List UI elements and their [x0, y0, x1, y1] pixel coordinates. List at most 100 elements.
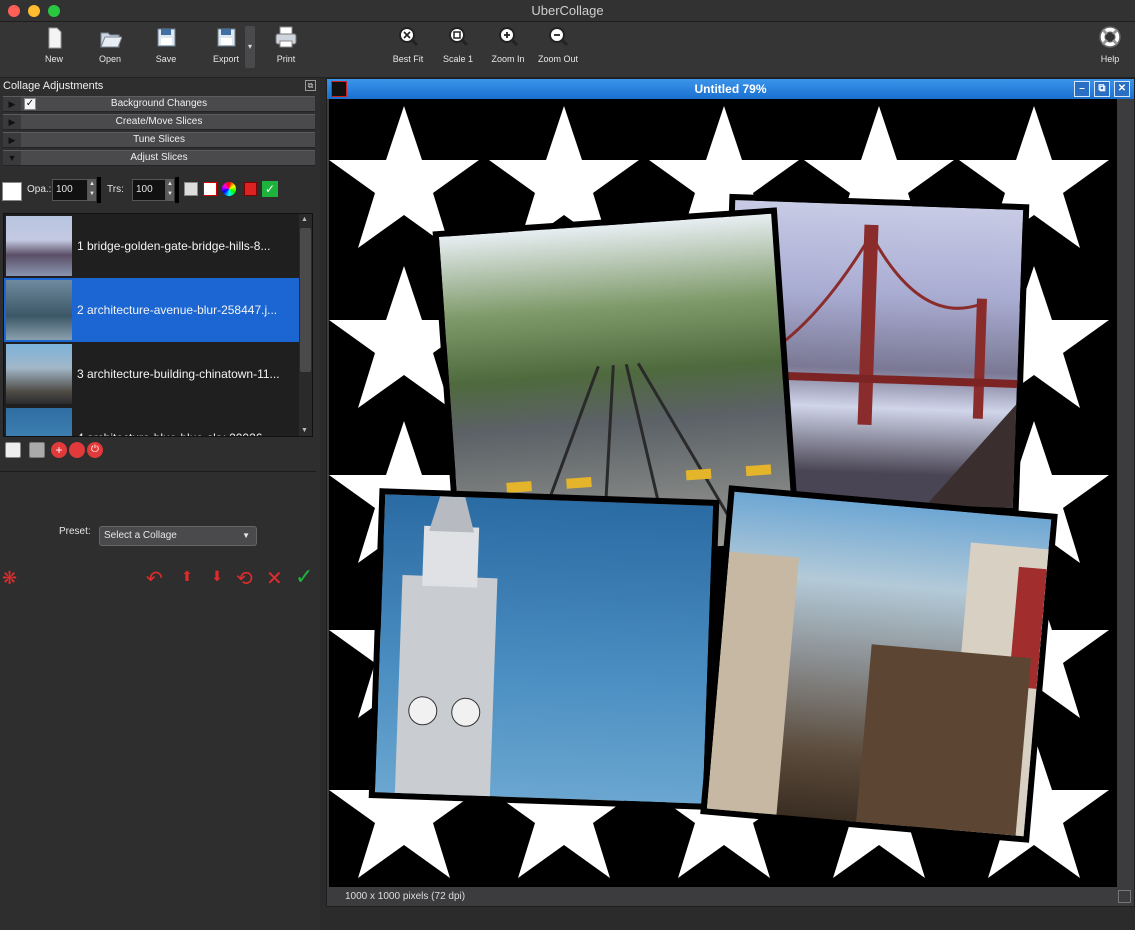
edit-slice-icon[interactable]	[69, 442, 85, 458]
save-label: Save	[155, 54, 177, 64]
window-titlebar: UberCollage	[0, 0, 1135, 22]
slice-thumbnail	[6, 216, 72, 276]
preset-select-value: Select a Collage	[104, 530, 177, 541]
opacity-label: Opa.:	[27, 184, 52, 195]
chinatown-illustration	[705, 542, 1058, 843]
collapsed-arrow-icon: ▶	[3, 133, 21, 147]
document-titlebar: Untitled 79% – ⧉ ✕	[327, 79, 1134, 99]
save-disk-icon	[157, 28, 176, 47]
color-wheel-icon[interactable]	[222, 182, 236, 196]
export-disk-icon	[217, 28, 236, 47]
collage-adjustments-panel: Collage Adjustments ⧉ ▶ ✓ Background Cha…	[0, 78, 320, 930]
printer-icon	[275, 26, 297, 48]
slice-thumbnail	[6, 280, 72, 340]
section-background-changes[interactable]: ▶ ✓ Background Changes	[3, 96, 315, 112]
opacity-stepper[interactable]: ▲ ▼	[88, 179, 96, 201]
divider	[97, 177, 101, 203]
slice-thumbnail	[6, 408, 72, 436]
transparency-stepper[interactable]: ▲ ▼	[166, 179, 174, 201]
list-item[interactable]: 1 bridge-golden-gate-bridge-hills-8...	[4, 214, 300, 278]
print-label: Print	[276, 54, 296, 64]
section-label: Adjust Slices	[130, 152, 188, 163]
image-fill-icon[interactable]	[244, 182, 257, 196]
background-enabled-checkbox[interactable]: ✓	[24, 98, 36, 110]
slice-clock-tower[interactable]	[368, 488, 720, 810]
flower-icon[interactable]: ❋	[2, 568, 17, 589]
divider	[175, 177, 179, 203]
collapsed-arrow-icon: ▶	[3, 97, 21, 111]
help-label: Help	[1100, 54, 1120, 64]
minimize-icon[interactable]: –	[1074, 81, 1090, 97]
list-scrollbar[interactable]: ▲ ▼	[299, 214, 312, 436]
resize-grip-icon[interactable]	[1118, 890, 1131, 903]
transparency-input[interactable]: 100	[132, 179, 166, 201]
open-label: Open	[98, 54, 122, 64]
app-title: UberCollage	[531, 3, 604, 18]
open-folder-icon	[100, 32, 122, 48]
export-label: Export	[212, 54, 239, 64]
scroll-up-arrow[interactable]: ▲	[301, 216, 308, 223]
panel-detach-icon[interactable]: ⧉	[305, 80, 316, 91]
upload-icon[interactable]: ⬆	[176, 568, 198, 588]
new-document-icon	[48, 27, 62, 49]
add-slice-icon[interactable]: +	[51, 442, 67, 458]
section-label: Tune Slices	[133, 134, 185, 145]
slice-chinatown[interactable]	[700, 485, 1058, 843]
app-logo-icon	[331, 81, 347, 97]
open-button[interactable]: Open	[80, 24, 140, 64]
slice-thumbnail	[6, 344, 72, 404]
slice-label: 2 architecture-avenue-blur-258447.j...	[77, 303, 278, 317]
image-size-status: 1000 x 1000 pixels (72 dpi)	[345, 891, 466, 902]
color-swatch[interactable]	[2, 182, 22, 201]
tower-illustration	[394, 496, 498, 809]
slice-shadow-icon[interactable]	[29, 442, 45, 458]
list-item-selected[interactable]: 2 architecture-avenue-blur-258447.j...	[4, 278, 300, 342]
save-button[interactable]: Save	[136, 24, 196, 64]
help-button[interactable]: Help	[1080, 24, 1135, 64]
new-button[interactable]: New	[24, 24, 84, 64]
preset-label: Preset:	[59, 526, 91, 537]
reset-icon[interactable]: ⟲	[236, 566, 253, 591]
cancel-icon[interactable]: ✕	[266, 566, 283, 591]
scrollbar-thumb[interactable]	[300, 228, 311, 372]
new-label: New	[44, 54, 63, 64]
document-title: Untitled 79%	[694, 82, 767, 96]
minimize-window-button[interactable]	[28, 5, 40, 17]
restore-icon[interactable]: ⧉	[1094, 81, 1110, 97]
slice-list: 1 bridge-golden-gate-bridge-hills-8... 2…	[3, 213, 313, 437]
scroll-down-arrow[interactable]: ▼	[301, 427, 308, 434]
best-fit-label: Best Fit	[392, 54, 424, 64]
remove-slice-icon[interactable]: ⏻	[87, 442, 103, 458]
list-item[interactable]: 3 architecture-building-chinatown-11...	[4, 342, 300, 406]
confirm-icon[interactable]: ✓	[295, 564, 313, 590]
list-item[interactable]: 4 architecture-blue-blue-sky-20026...	[4, 406, 300, 436]
status-bar: 1000 x 1000 pixels (72 dpi)	[327, 887, 1134, 906]
zoom-in-icon	[499, 27, 519, 47]
section-adjust-slices[interactable]: ▼ Adjust Slices	[3, 150, 315, 166]
close-window-button[interactable]	[8, 5, 20, 17]
download-icon[interactable]: ⬇	[206, 568, 228, 588]
close-icon[interactable]: ✕	[1114, 81, 1130, 97]
no-fill-icon[interactable]	[203, 182, 217, 196]
section-tune-slices[interactable]: ▶ Tune Slices	[3, 132, 315, 148]
zoom-window-button[interactable]	[48, 5, 60, 17]
opacity-input[interactable]: 100	[52, 179, 88, 201]
apply-check-icon[interactable]: ✓	[262, 181, 278, 197]
zoom-out-button[interactable]: Zoom Out	[528, 24, 588, 64]
slice-view-icon[interactable]	[5, 442, 21, 458]
preset-select[interactable]: Select a Collage ▼	[99, 526, 257, 546]
divider	[0, 471, 316, 472]
help-lifebuoy-icon	[1099, 26, 1121, 48]
print-button[interactable]: Print	[256, 24, 316, 64]
fill-option-icon[interactable]	[184, 182, 198, 196]
undo-icon[interactable]: ↶	[146, 566, 163, 591]
export-dropdown-arrow[interactable]: ▾	[245, 26, 255, 68]
slice-label: 4 architecture-blue-blue-sky-20026...	[77, 406, 299, 436]
section-create-move-slices[interactable]: ▶ Create/Move Slices	[3, 114, 315, 130]
zoom-out-icon	[549, 27, 569, 47]
collage-canvas[interactable]	[329, 99, 1117, 887]
panel-title: Collage Adjustments	[3, 80, 104, 92]
section-label: Background Changes	[110, 98, 208, 109]
chevron-down-icon: ▼	[242, 531, 250, 540]
main-toolbar: New Open Save Export ▾ Print Best Fit Sc…	[0, 22, 1135, 78]
